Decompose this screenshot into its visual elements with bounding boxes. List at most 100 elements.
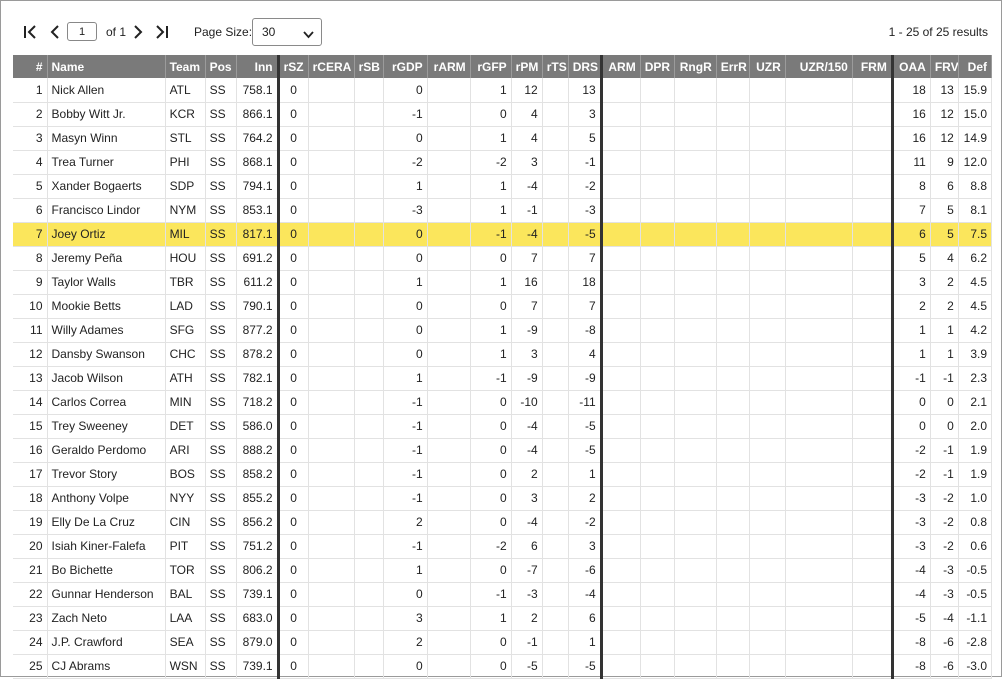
cell-name[interactable]: Anthony Volpe bbox=[47, 486, 166, 511]
table-row[interactable]: 5 Xander Bogaerts SDP SS 794.1 0 1 1 -4 -2 8 6 8.8 bbox=[13, 174, 993, 199]
cell-name[interactable]: Elly De La Cruz bbox=[47, 510, 166, 535]
column-header-def[interactable]: Def bbox=[958, 55, 993, 78]
page-size-select[interactable]: 30 bbox=[252, 18, 322, 46]
column-header-uzr-150[interactable]: UZR/150 bbox=[785, 55, 853, 78]
cell-rgfp: -2 bbox=[470, 150, 512, 175]
cell-name[interactable]: Dansby Swanson bbox=[47, 342, 166, 367]
cell-empty bbox=[601, 438, 641, 463]
table-row[interactable]: 1 Nick Allen ATL SS 758.1 0 0 1 12 13 18 13 15.9 bbox=[13, 78, 993, 103]
table-row[interactable]: 25 CJ Abrams WSN SS 739.1 0 0 0 -5 -5 -8 -6 -3.0 bbox=[13, 654, 993, 679]
cell-frv: -6 bbox=[930, 630, 959, 655]
table-row[interactable]: 13 Jacob Wilson ATH SS 782.1 0 1 -1 -9 -9 -1 -1 2.3 bbox=[13, 366, 993, 391]
column-header-dpr[interactable]: DPR bbox=[640, 55, 675, 78]
table-row[interactable]: 14 Carlos Correa MIN SS 718.2 0 -1 0 -10 -11 0 0 2.1 bbox=[13, 390, 993, 415]
column-header-inn[interactable]: Inn bbox=[236, 55, 280, 78]
prev-page-icon[interactable] bbox=[46, 23, 64, 41]
table-row[interactable]: 3 Masyn Winn STL SS 764.2 0 0 1 4 5 16 12 14.9 bbox=[13, 126, 993, 151]
column-header-oaa[interactable]: OAA bbox=[892, 55, 931, 78]
cell-name[interactable]: Carlos Correa bbox=[47, 390, 166, 415]
column-header-frm[interactable]: FRM bbox=[852, 55, 894, 78]
column-header-rcera[interactable]: rCERA bbox=[308, 55, 355, 78]
table-row[interactable]: 11 Willy Adames SFG SS 877.2 0 0 1 -9 -8 1 1 4.2 bbox=[13, 318, 993, 343]
cell-empty bbox=[852, 78, 894, 103]
column-header-rgdp[interactable]: rGDP bbox=[383, 55, 428, 78]
cell-empty bbox=[852, 294, 894, 319]
cell-name[interactable]: Joey Ortiz bbox=[47, 222, 166, 247]
cell-name[interactable]: Geraldo Perdomo bbox=[47, 438, 166, 463]
column-header-arm[interactable]: ARM bbox=[601, 55, 641, 78]
column-header-number[interactable]: # bbox=[13, 55, 48, 78]
cell-n: 15 bbox=[13, 414, 48, 439]
cell-empty bbox=[716, 486, 750, 511]
next-page-icon[interactable] bbox=[129, 23, 147, 41]
cell-name[interactable]: Nick Allen bbox=[47, 78, 166, 103]
column-header-rngr[interactable]: RngR bbox=[674, 55, 717, 78]
column-header-team[interactable]: Team bbox=[165, 55, 206, 78]
cell-empty bbox=[785, 102, 853, 127]
table-row[interactable]: 20 Isiah Kiner-Falefa PIT SS 751.2 0 -1 -2 6 3 -3-… bbox=[13, 534, 993, 559]
cell-rgfp: -1 bbox=[470, 222, 512, 247]
cell-name[interactable]: Jeremy Peña bbox=[47, 246, 166, 271]
cell-name[interactable]: Xander Bogaerts bbox=[47, 174, 166, 199]
table-row[interactable]: 4 Trea Turner PHI SS 868.1 0 -2 -2 3 -1 11 9 12.0 bbox=[13, 150, 993, 175]
table-row[interactable]: 17 Trevor Story BOS SS 858.2 0 -1 0 2 1 -2 -1 1.9 bbox=[13, 462, 993, 487]
column-header-drs[interactable]: DRS bbox=[568, 55, 603, 78]
cell-name[interactable]: Bobby Witt Jr. bbox=[47, 102, 166, 127]
column-header-rsz[interactable]: rSZ bbox=[278, 55, 309, 78]
column-header-rsb[interactable]: rSB bbox=[354, 55, 384, 78]
cell-name[interactable]: Masyn Winn bbox=[47, 126, 166, 151]
cell-name[interactable]: Taylor Walls bbox=[47, 270, 166, 295]
column-header-frv[interactable]: FRV bbox=[930, 55, 959, 78]
cell-team: DET bbox=[165, 414, 206, 439]
cell-inn: 739.1 bbox=[236, 654, 280, 679]
table-row[interactable]: 9 Taylor Walls TBR SS 611.2 0 1 1 16 18 3 2 4.5 bbox=[13, 270, 993, 295]
table-row[interactable]: 2 Bobby Witt Jr. KCR SS 866.1 0 -1 0 4 3 16 12 15.0 bbox=[13, 102, 993, 127]
cell-empty bbox=[785, 366, 853, 391]
cell-name[interactable]: Willy Adames bbox=[47, 318, 166, 343]
column-header-rts[interactable]: rTS bbox=[542, 55, 569, 78]
column-header-name[interactable]: Name bbox=[47, 55, 166, 78]
cell-empty bbox=[785, 486, 853, 511]
cell-name[interactable]: Gunnar Henderson bbox=[47, 582, 166, 607]
cell-name[interactable]: Isiah Kiner-Falefa bbox=[47, 534, 166, 559]
column-header-rarm[interactable]: rARM bbox=[427, 55, 471, 78]
cell-name[interactable]: Zach Neto bbox=[47, 606, 166, 631]
table-row[interactable]: 21 Bo Bichette TOR SS 806.2 0 1 0 -7 -6 -4 -3 -0.5 bbox=[13, 558, 993, 583]
table-row[interactable]: 22 Gunnar Henderson BAL SS 739.1 0 0 -1 -3 -4 -4 -3… bbox=[13, 582, 993, 607]
cell-name[interactable]: Trea Turner bbox=[47, 150, 166, 175]
cell-name[interactable]: J.P. Crawford bbox=[47, 630, 166, 655]
column-header-errr[interactable]: ErrR bbox=[716, 55, 750, 78]
column-header-pos[interactable]: Pos bbox=[205, 55, 237, 78]
table-row[interactable]: 12 Dansby Swanson CHC SS 878.2 0 0 1 3 4 1 1 3.9 bbox=[13, 342, 993, 367]
first-page-icon[interactable] bbox=[21, 23, 39, 41]
table-row[interactable]: 7 Joey Ortiz MIL SS 817.1 0 0 -1 -4 -5 6 5 7.5 bbox=[13, 222, 993, 247]
cell-name[interactable]: Jacob Wilson bbox=[47, 366, 166, 391]
cell-empty bbox=[716, 510, 750, 535]
cell-team: ATH bbox=[165, 366, 206, 391]
cell-empty bbox=[785, 150, 853, 175]
cell-def: 0.6 bbox=[958, 534, 993, 559]
table-row[interactable]: 19 Elly De La Cruz CIN SS 856.2 0 2 0 -4 -2 -3 -2 0.… bbox=[13, 510, 993, 535]
cell-name[interactable]: CJ Abrams bbox=[47, 654, 166, 679]
cell-name[interactable]: Francisco Lindor bbox=[47, 198, 166, 223]
cell-drs: -9 bbox=[568, 366, 603, 391]
page-number-input[interactable] bbox=[67, 22, 97, 41]
table-row[interactable]: 6 Francisco Lindor NYM SS 853.1 0 -3 1 -1 -3 7 5 8.1 bbox=[13, 198, 993, 223]
cell-name[interactable]: Trevor Story bbox=[47, 462, 166, 487]
cell-name[interactable]: Mookie Betts bbox=[47, 294, 166, 319]
cell-empty bbox=[308, 222, 355, 247]
last-page-icon[interactable] bbox=[153, 23, 171, 41]
table-row[interactable]: 16 Geraldo Perdomo ARI SS 888.2 0 -1 0 -4 -5 -2 -1 1… bbox=[13, 438, 993, 463]
table-row[interactable]: 24 J.P. Crawford SEA SS 879.0 0 2 0 -1 1 -8 -6 -2.8 bbox=[13, 630, 993, 655]
table-row[interactable]: 15 Trey Sweeney DET SS 586.0 0 -1 0 -4 -5 0 0 2.0 bbox=[13, 414, 993, 439]
column-header-rpm[interactable]: rPM bbox=[511, 55, 543, 78]
column-header-uzr[interactable]: UZR bbox=[749, 55, 786, 78]
column-header-rgfp[interactable]: rGFP bbox=[470, 55, 512, 78]
cell-name[interactable]: Trey Sweeney bbox=[47, 414, 166, 439]
table-row[interactable]: 23 Zach Neto LAA SS 683.0 0 3 1 2 6 -5 -4 -1.1 bbox=[13, 606, 993, 631]
table-row[interactable]: 10 Mookie Betts LAD SS 790.1 0 0 0 7 7 2 2 4.5 bbox=[13, 294, 993, 319]
cell-rgdp: -1 bbox=[383, 462, 428, 487]
cell-name[interactable]: Bo Bichette bbox=[47, 558, 166, 583]
table-row[interactable]: 8 Jeremy Peña HOU SS 691.2 0 0 0 7 7 5 4 6.2 bbox=[13, 246, 993, 271]
table-row[interactable]: 18 Anthony Volpe NYY SS 855.2 0 -1 0 3 2 -3 -2 1.0 bbox=[13, 486, 993, 511]
